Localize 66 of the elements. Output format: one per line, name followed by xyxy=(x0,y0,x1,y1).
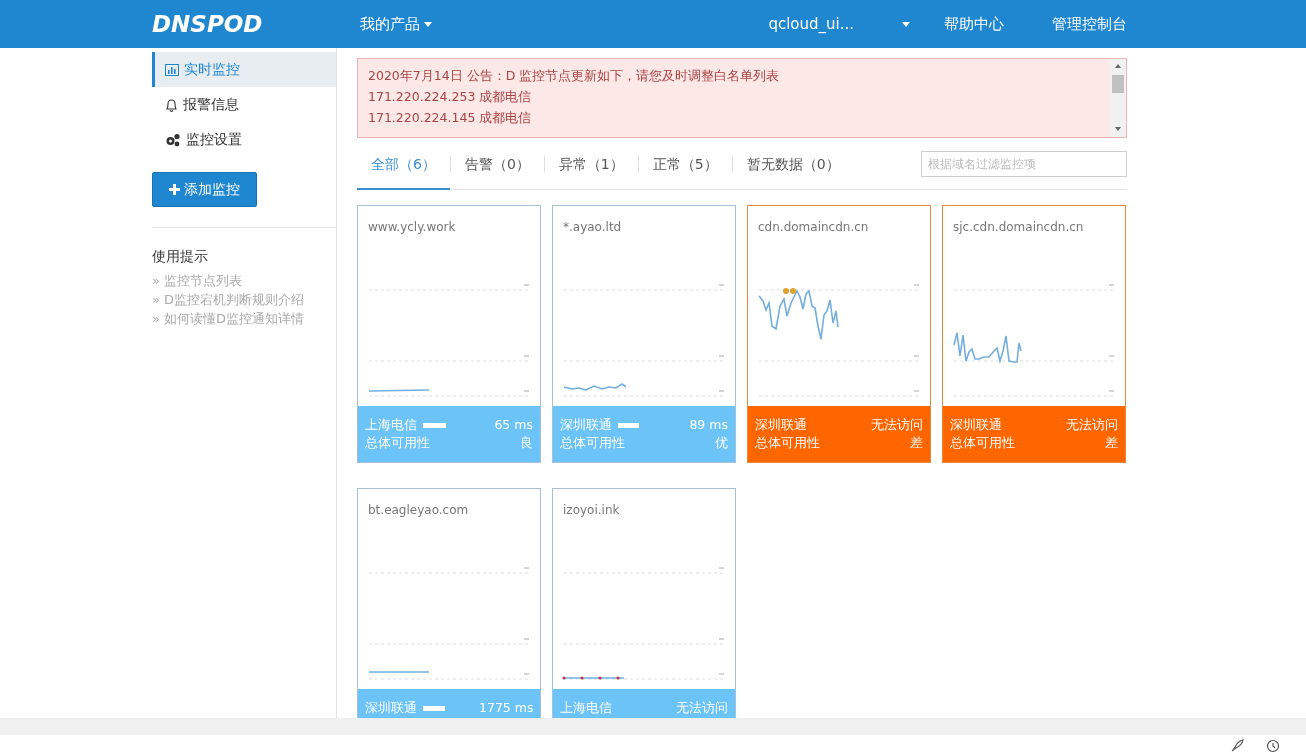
availability-label: 总体可用性 xyxy=(365,434,430,452)
availability-label: 总体可用性 xyxy=(950,434,1015,452)
availability-label: 总体可用性 xyxy=(755,434,820,452)
sparkline xyxy=(368,671,430,673)
caret-icon[interactable] xyxy=(902,21,910,27)
latency-value: 无法访问 xyxy=(871,416,923,434)
gears-icon xyxy=(165,132,181,147)
nav-link-item[interactable]: 帮助中心 xyxy=(944,12,1004,36)
filter-tab[interactable]: 全部（6） xyxy=(357,137,450,190)
domain-name: www.ycly.work xyxy=(367,219,457,236)
latency-value: 无法访问 xyxy=(1066,416,1118,434)
availability-grade: 差 xyxy=(910,434,923,452)
node-name: 深圳联通 xyxy=(365,699,417,717)
caret-icon xyxy=(424,21,432,27)
filter-field[interactable]: 根据域名过滤监控项 xyxy=(921,150,1127,177)
help-link[interactable]: » 如何读懂D监控通知详情 xyxy=(152,309,336,328)
availability-label: 总体可用性 xyxy=(560,434,625,452)
sparkline xyxy=(368,389,430,392)
latency-value: 无法访问 xyxy=(676,699,728,717)
scrollbar[interactable] xyxy=(1110,59,1126,137)
products-menu[interactable]: 我的产品 xyxy=(360,12,432,36)
tips-heading: 使用提示 xyxy=(152,247,209,266)
sidebar-item[interactable]: 报警信息 xyxy=(152,87,336,122)
availability-grade: 良 xyxy=(520,434,533,452)
node-name: 深圳联通 xyxy=(560,416,612,434)
domain-name: sjc.cdn.domaincdn.cn xyxy=(952,219,1085,236)
monitor-card[interactable]: cdn.domaincdn.cn 深圳联通 无法访问 总体可用性 差 xyxy=(747,205,931,463)
latency-value: 65 ms xyxy=(494,416,533,434)
filter-tab[interactable]: 异常（1） xyxy=(544,137,638,190)
node-name: 上海电信 xyxy=(365,416,417,434)
filter-tab[interactable]: 正常（5） xyxy=(638,137,732,190)
availability-grade: 差 xyxy=(1105,434,1118,452)
domain-name: cdn.domaincdn.cn xyxy=(757,219,870,236)
refresh-icon[interactable] xyxy=(1266,738,1280,753)
sparkline xyxy=(563,383,627,391)
sidebar-item[interactable]: 监控设置 xyxy=(152,122,336,157)
bell-icon xyxy=(165,97,178,112)
notice-line: 171.220.224.145 成都电信 xyxy=(368,109,533,127)
sparkline xyxy=(562,676,625,680)
monitor-card[interactable]: www.ycly.work 上海电信 65 ms 总体可用性 良 xyxy=(357,205,541,463)
latency-value: 1775 ms xyxy=(479,699,534,717)
notice-line: 2020年7月14日 公告：D 监控节点更新如下，请您及时调整白名单列表 xyxy=(368,67,781,85)
horizontal-scrollbar[interactable] xyxy=(0,718,1306,735)
add-monitor-button[interactable]: 添加监控 xyxy=(152,172,257,207)
sparkline xyxy=(953,332,1022,365)
domain-name: *.ayao.ltd xyxy=(562,219,623,236)
node-name: 深圳联通 xyxy=(950,416,1002,434)
node-name: 深圳联通 xyxy=(755,416,807,434)
monitor-card[interactable]: sjc.cdn.domaincdn.cn 深圳联通 无法访问 总体可用性 差 xyxy=(942,205,1126,463)
domain-name: izoyoi.ink xyxy=(562,502,621,519)
user-menu[interactable]: qcloud_ui... xyxy=(768,12,854,36)
latency-value: 89 ms xyxy=(689,416,728,434)
logo[interactable]: DNSPOD xyxy=(152,6,360,42)
filter-tab[interactable]: 告警（0） xyxy=(450,137,544,190)
sidebar-item[interactable]: 实时监控 xyxy=(152,52,336,87)
availability-grade: 优 xyxy=(715,434,728,452)
notice-line: 171.220.224.253 成都电信 xyxy=(368,88,533,106)
node-name: 上海电信 xyxy=(560,699,612,717)
help-link[interactable]: » D监控宕机判断规则介绍 xyxy=(152,290,336,309)
nav-link-item[interactable]: 管理控制台 xyxy=(1052,12,1127,36)
monitor-card[interactable]: *.ayao.ltd 深圳联通 89 ms 总体可用性 优 xyxy=(552,205,736,463)
bar-chart-icon xyxy=(165,63,179,76)
help-link[interactable]: » 监控节点列表 xyxy=(152,271,336,290)
plus-icon xyxy=(169,184,180,195)
filter-tab[interactable]: 暂无数据（0） xyxy=(732,137,854,190)
domain-name: bt.eagleyao.com xyxy=(367,502,470,519)
